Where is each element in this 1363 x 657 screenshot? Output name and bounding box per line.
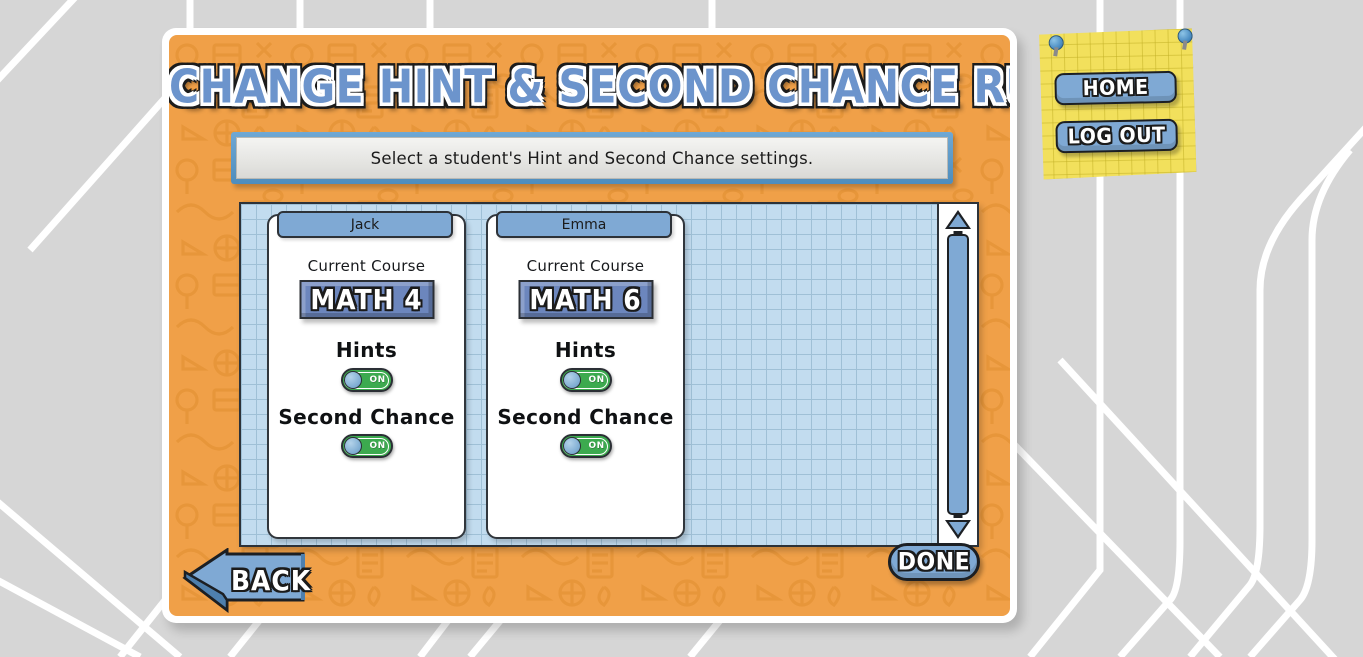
hints-toggle-state: ON bbox=[588, 375, 605, 385]
student-list-panel: Jack Current Course MATH 4 Hints ON Seco… bbox=[239, 202, 979, 547]
main-panel: CHANGE HINT & SECOND CHANCE RULES Select… bbox=[162, 28, 1017, 623]
student-name-tab[interactable]: Emma bbox=[496, 211, 672, 238]
course-badge[interactable]: MATH 4 bbox=[299, 280, 434, 319]
toggle-knob-icon bbox=[343, 437, 362, 455]
hints-toggle[interactable]: ON bbox=[340, 368, 393, 392]
student-name: Emma bbox=[561, 216, 607, 233]
current-course-label: Current Course bbox=[307, 257, 426, 275]
toggle-knob-icon bbox=[343, 371, 362, 389]
second-chance-toggle[interactable]: ON bbox=[340, 434, 393, 458]
instruction-text: Select a student's Hint and Second Chanc… bbox=[236, 137, 948, 179]
student-name: Jack bbox=[350, 216, 380, 233]
toggle-knob-icon bbox=[562, 371, 581, 389]
hints-label: Hints bbox=[554, 338, 617, 362]
scrollbar-thumb[interactable] bbox=[947, 234, 969, 515]
student-cards-row: Jack Current Course MATH 4 Hints ON Seco… bbox=[267, 211, 685, 539]
second-chance-toggle-wrap: ON bbox=[488, 434, 683, 458]
back-label: BACK bbox=[231, 564, 312, 597]
hints-label: Hints bbox=[335, 338, 398, 362]
second-chance-toggle-wrap: ON bbox=[269, 434, 464, 458]
course-name: MATH 6 bbox=[529, 283, 642, 316]
main-panel-surface: CHANGE HINT & SECOND CHANCE RULES Select… bbox=[169, 35, 1010, 616]
toggle-knob-icon bbox=[562, 437, 581, 455]
student-card[interactable]: Jack Current Course MATH 4 Hints ON Seco… bbox=[267, 211, 466, 539]
second-chance-toggle-state: ON bbox=[588, 441, 605, 451]
course-badge[interactable]: MATH 6 bbox=[518, 280, 653, 319]
page-title: CHANGE HINT & SECOND CHANCE RULES bbox=[169, 60, 1010, 114]
hints-toggle[interactable]: ON bbox=[559, 368, 612, 392]
vertical-scrollbar[interactable] bbox=[939, 204, 977, 545]
graph-paper-viewport[interactable]: Jack Current Course MATH 4 Hints ON Seco… bbox=[241, 204, 939, 545]
triangle-up-icon[interactable] bbox=[945, 210, 971, 229]
sticky-note: HOME LOG OUT bbox=[1037, 28, 1196, 179]
student-name-tab[interactable]: Jack bbox=[277, 211, 453, 238]
hints-toggle-state: ON bbox=[369, 375, 386, 385]
second-chance-toggle-state: ON bbox=[369, 441, 386, 451]
scrollbar-track[interactable] bbox=[947, 234, 969, 515]
second-chance-label: Second Chance bbox=[497, 405, 674, 429]
hints-toggle-wrap: ON bbox=[269, 368, 464, 392]
current-course-label: Current Course bbox=[526, 257, 645, 275]
home-label: HOME bbox=[1082, 75, 1149, 101]
done-label: DONE bbox=[897, 548, 971, 576]
triangle-down-icon[interactable] bbox=[945, 520, 971, 539]
back-button[interactable]: BACK bbox=[179, 547, 312, 614]
student-card[interactable]: Emma Current Course MATH 6 Hints ON Seco… bbox=[486, 211, 685, 539]
home-button[interactable]: HOME bbox=[1054, 70, 1177, 106]
instruction-banner: Select a student's Hint and Second Chanc… bbox=[231, 132, 953, 184]
second-chance-label: Second Chance bbox=[278, 405, 455, 429]
app-screen: CHANGE HINT & SECOND CHANCE RULES Select… bbox=[0, 0, 1363, 657]
logout-button[interactable]: LOG OUT bbox=[1055, 118, 1178, 154]
hints-toggle-wrap: ON bbox=[488, 368, 683, 392]
done-button[interactable]: DONE bbox=[888, 543, 980, 581]
course-name: MATH 4 bbox=[310, 283, 423, 316]
second-chance-toggle[interactable]: ON bbox=[559, 434, 612, 458]
logout-label: LOG OUT bbox=[1067, 123, 1166, 149]
